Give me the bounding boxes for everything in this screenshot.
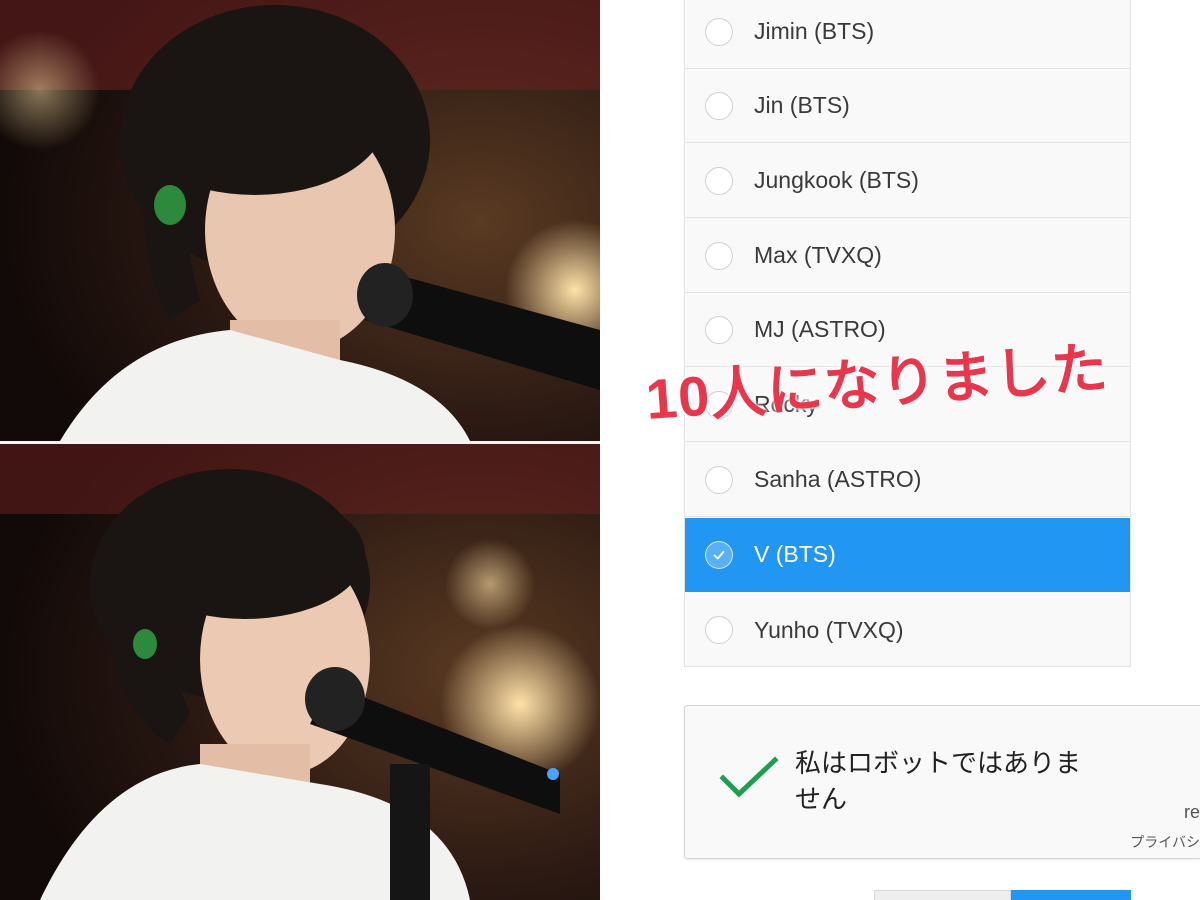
poll-option-label: Max (TVXQ) bbox=[754, 242, 882, 268]
recaptcha-widget: 私はロボットではありません re プライバシ bbox=[684, 705, 1200, 859]
performer-photo-bottom bbox=[0, 444, 600, 900]
poll-option-jungkook[interactable]: Jungkook (BTS) bbox=[685, 144, 1130, 218]
captcha-privacy-link[interactable]: プライバシ bbox=[1130, 832, 1200, 852]
poll-option-jimin[interactable]: Jimin (BTS) bbox=[685, 0, 1130, 69]
poll-option-v[interactable]: V (BTS) bbox=[685, 518, 1130, 592]
radio-button[interactable] bbox=[705, 91, 733, 120]
checkmark-icon bbox=[713, 550, 725, 559]
captcha-brand: re bbox=[1184, 802, 1200, 822]
radio-button[interactable] bbox=[705, 166, 733, 195]
radio-button-checked[interactable] bbox=[705, 540, 733, 569]
radio-button[interactable] bbox=[705, 616, 733, 644]
poll-option-label: Jimin (BTS) bbox=[754, 18, 875, 44]
primary-button[interactable] bbox=[1011, 890, 1131, 900]
radio-button[interactable] bbox=[705, 315, 733, 344]
poll-option-max[interactable]: Max (TVXQ) bbox=[685, 219, 1130, 293]
poll-option-yunho[interactable]: Yunho (TVXQ) bbox=[685, 593, 1130, 667]
poll-option-label: V (BTS) bbox=[754, 541, 836, 567]
performer-photo-icon bbox=[0, 444, 600, 900]
poll-option-label: Jungkook (BTS) bbox=[754, 167, 919, 193]
poll-option-label: Jin (BTS) bbox=[754, 92, 850, 118]
radio-button[interactable] bbox=[705, 241, 733, 270]
poll-option-label: Sanha (ASTRO) bbox=[754, 466, 922, 492]
checkmark-icon[interactable] bbox=[719, 754, 779, 800]
poll-options-list: Jimin (BTS) Jin (BTS) Jungkook (BTS) Max… bbox=[684, 0, 1131, 667]
captcha-label: 私はロボットではありません bbox=[795, 749, 1082, 815]
poll-option-label: MJ (ASTRO) bbox=[754, 316, 886, 342]
poll-option-label: Yunho (TVXQ) bbox=[754, 616, 904, 643]
poll-option-jin[interactable]: Jin (BTS) bbox=[685, 69, 1130, 143]
performer-photo-icon bbox=[0, 0, 600, 441]
radio-button[interactable] bbox=[705, 465, 733, 494]
poll-option-sanha[interactable]: Sanha (ASTRO) bbox=[685, 443, 1130, 517]
secondary-button[interactable] bbox=[874, 890, 1011, 900]
performer-photo-top bbox=[0, 0, 600, 441]
radio-button[interactable] bbox=[705, 17, 733, 46]
